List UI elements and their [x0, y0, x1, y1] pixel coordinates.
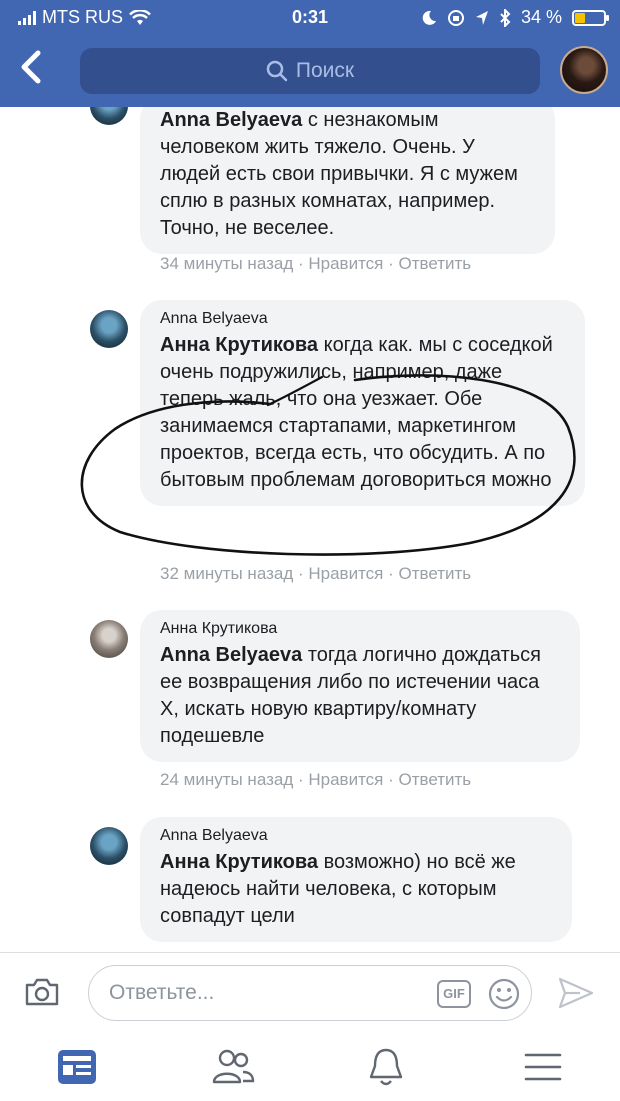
- comment-time: 32 минуты назад: [160, 564, 294, 583]
- bottom-tab-bar: [0, 1032, 620, 1101]
- emoji-icon[interactable]: [487, 977, 521, 1011]
- news-feed-icon[interactable]: [54, 1044, 100, 1090]
- chevron-left-icon: [21, 50, 41, 84]
- comment-text: Анна Крутикова когда как. мы с соседкой …: [160, 332, 565, 494]
- meta-separator: ·: [293, 564, 309, 583]
- search-icon: [266, 60, 288, 82]
- comment-time: 24 минуты назад: [160, 770, 294, 789]
- bluetooth-icon: [500, 8, 511, 27]
- top-header: MTS RUS 0:31 34 % Поиск: [0, 0, 620, 107]
- reply-placeholder: Ответьте...: [109, 981, 215, 1004]
- meta-separator: ·: [293, 254, 309, 273]
- comment-body: когда как. мы с соседкой очень подружили…: [160, 334, 553, 491]
- meta-separator: ·: [383, 564, 399, 583]
- comment-bubble: Anna Belyaeva Анна Крутикова возможно) н…: [140, 817, 572, 942]
- comment-feed: Anna Belyaeva с незнакомым человеком жит…: [0, 107, 620, 952]
- search-placeholder: Поиск: [295, 59, 355, 82]
- mention-link[interactable]: Anna Belyaeva: [160, 644, 302, 666]
- moon-icon: [422, 10, 436, 25]
- comment-meta: 32 минуты назад · Нравится · Ответить: [160, 564, 471, 584]
- comment-meta: 24 минуты назад · Нравится · Ответить: [160, 770, 471, 790]
- reply-link[interactable]: Ответить: [399, 564, 472, 583]
- comment-bubble: Anna Belyaeva с незнакомым человеком жит…: [140, 107, 555, 254]
- comment-bubble: Анна Крутикова Anna Belyaeva тогда логич…: [140, 610, 580, 762]
- meta-separator: ·: [383, 770, 399, 789]
- search-input[interactable]: Поиск: [80, 48, 540, 94]
- comment-bubble: Anna Belyaeva Анна Крутикова когда как. …: [140, 300, 585, 506]
- comment-author[interactable]: Anna Belyaeva: [160, 827, 552, 845]
- comment-text: Anna Belyaeva с незнакомым человеком жит…: [160, 107, 535, 242]
- comment-text: Анна Крутикова возможно) но всё же надею…: [160, 849, 552, 930]
- like-link[interactable]: Нравится: [308, 770, 383, 789]
- nav-row: Поиск: [0, 44, 620, 98]
- gif-icon[interactable]: GIF: [437, 980, 471, 1008]
- notifications-bell-icon[interactable]: [363, 1044, 409, 1090]
- friends-icon[interactable]: [210, 1044, 256, 1090]
- status-bar: MTS RUS 0:31 34 %: [0, 0, 620, 36]
- menu-icon[interactable]: [520, 1044, 566, 1090]
- like-link[interactable]: Нравится: [308, 564, 383, 583]
- send-icon[interactable]: [556, 975, 596, 1011]
- avatar[interactable]: [90, 310, 128, 348]
- reply-bar: Ответьте... GIF: [0, 952, 620, 1032]
- location-icon: [475, 10, 488, 25]
- mention-link[interactable]: Анна Крутикова: [160, 334, 318, 356]
- like-link[interactable]: Нравится: [308, 254, 383, 273]
- mention-link[interactable]: Анна Крутикова: [160, 851, 318, 873]
- rotation-lock-icon: [447, 9, 464, 26]
- camera-icon[interactable]: [24, 977, 60, 1007]
- battery-icon: [572, 9, 609, 26]
- profile-avatar[interactable]: [560, 46, 608, 94]
- meta-separator: ·: [293, 770, 309, 789]
- avatar[interactable]: [90, 827, 128, 865]
- reply-input[interactable]: Ответьте... GIF: [88, 965, 532, 1021]
- reply-link[interactable]: Ответить: [399, 770, 472, 789]
- comment-time: 34 минуты назад: [160, 254, 294, 273]
- avatar[interactable]: [90, 107, 128, 125]
- back-button[interactable]: [18, 50, 54, 90]
- mention-link[interactable]: Anna Belyaeva: [160, 109, 302, 131]
- battery-percent: 34 %: [520, 7, 562, 27]
- avatar[interactable]: [90, 620, 128, 658]
- comment-meta: 34 минуты назад · Нравится · Ответить: [160, 254, 471, 274]
- reply-link[interactable]: Ответить: [399, 254, 472, 273]
- comment-author[interactable]: Анна Крутикова: [160, 620, 560, 638]
- meta-separator: ·: [383, 254, 399, 273]
- comment-text: Anna Belyaeva тогда логично дождаться ее…: [160, 642, 560, 750]
- comment-author[interactable]: Anna Belyaeva: [160, 310, 565, 328]
